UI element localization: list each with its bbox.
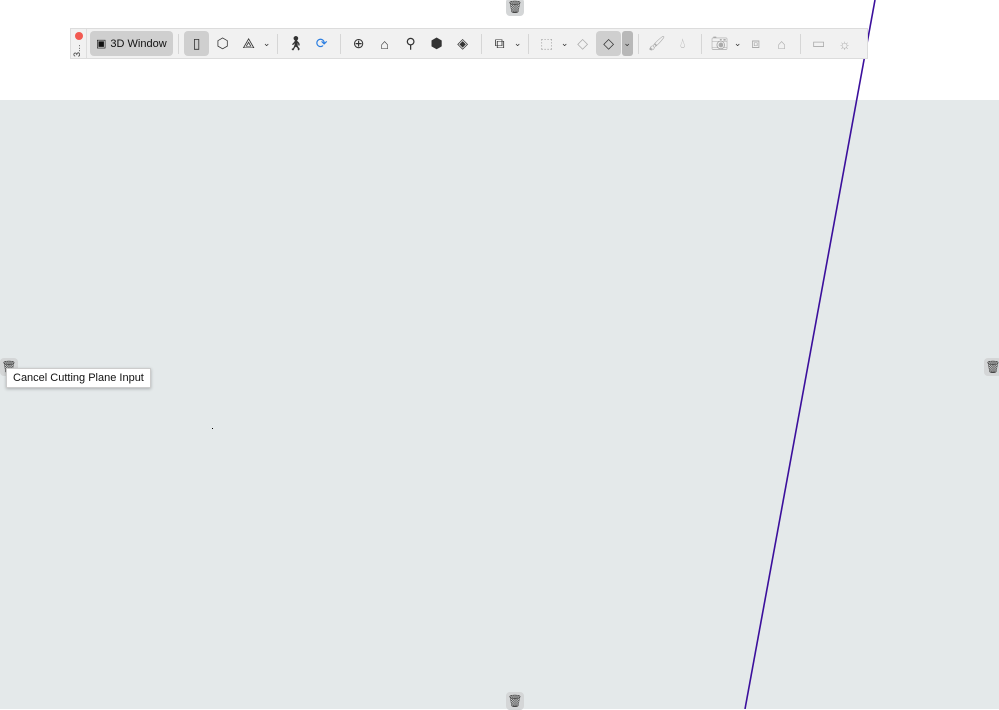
toolbar-grip[interactable]: 3... xyxy=(71,29,87,58)
walk-icon[interactable]: 🚶︎ xyxy=(283,31,308,56)
video-icon[interactable]: ▭ xyxy=(806,31,831,56)
chevron-down-icon[interactable]: ⌄ xyxy=(513,38,523,49)
view-display-icon[interactable]: ⧉ xyxy=(487,31,512,56)
filter-icon[interactable]: ◇ xyxy=(570,31,595,56)
3d-toolbar: 3... ▣ 3D Window ▯ ⬡ ⟁ ⌄ 🚶︎ ⟳ ⊕ ⌂ ⚲ ⬢ ◈ … xyxy=(70,28,868,59)
marquee-icon[interactable]: ⬚ xyxy=(534,31,559,56)
trash-icon[interactable]: 🗑 xyxy=(984,358,999,376)
trash-icon[interactable]: 🗑 xyxy=(506,0,524,16)
camera-icon[interactable]: 📷︎ xyxy=(707,31,732,56)
3d-window-button[interactable]: ▣ 3D Window xyxy=(90,31,173,56)
chevron-down-icon[interactable]: ⌄ xyxy=(733,38,743,49)
cube-icon[interactable]: ⬡ xyxy=(210,31,235,56)
trash-icon[interactable]: 🗑 xyxy=(506,692,524,710)
cursor-point xyxy=(212,428,213,429)
sun-icon[interactable]: ☼ xyxy=(832,31,857,56)
frame-icon[interactable]: ⊕ xyxy=(346,31,371,56)
toolbar-title: 3... xyxy=(72,44,82,57)
render-icon[interactable]: ⧈ xyxy=(743,31,768,56)
shading-icon[interactable]: ◇ xyxy=(596,31,622,56)
paint-drop-icon[interactable]: 💧︎ xyxy=(670,31,695,56)
3d-window-icon: ▣ xyxy=(96,38,107,50)
explode-icon[interactable]: ⬢ xyxy=(424,31,449,56)
3d-model-edge-line xyxy=(744,0,876,709)
camera-tripod-icon[interactable]: ⚲ xyxy=(398,31,423,56)
chevron-down-icon[interactable]: ⌄ xyxy=(262,38,272,49)
cutting-plane-icon[interactable]: ◈ xyxy=(450,31,475,56)
brush-icon[interactable]: 🖌︎ xyxy=(644,31,669,56)
orbit-icon[interactable]: ⟳ xyxy=(309,31,334,56)
axes-icon[interactable]: ⟁ xyxy=(236,31,261,56)
box-front-icon[interactable]: ▯ xyxy=(184,31,210,56)
home-frame-icon[interactable]: ⌂ xyxy=(372,31,397,56)
chevron-down-icon[interactable]: ⌄ xyxy=(560,38,570,49)
tooltip: Cancel Cutting Plane Input xyxy=(6,368,151,388)
3d-window-label: 3D Window xyxy=(110,37,167,50)
section-home-icon[interactable]: ⌂ xyxy=(769,31,794,56)
chevron-down-icon[interactable]: ⌄ xyxy=(621,31,633,56)
close-icon[interactable] xyxy=(75,32,83,40)
